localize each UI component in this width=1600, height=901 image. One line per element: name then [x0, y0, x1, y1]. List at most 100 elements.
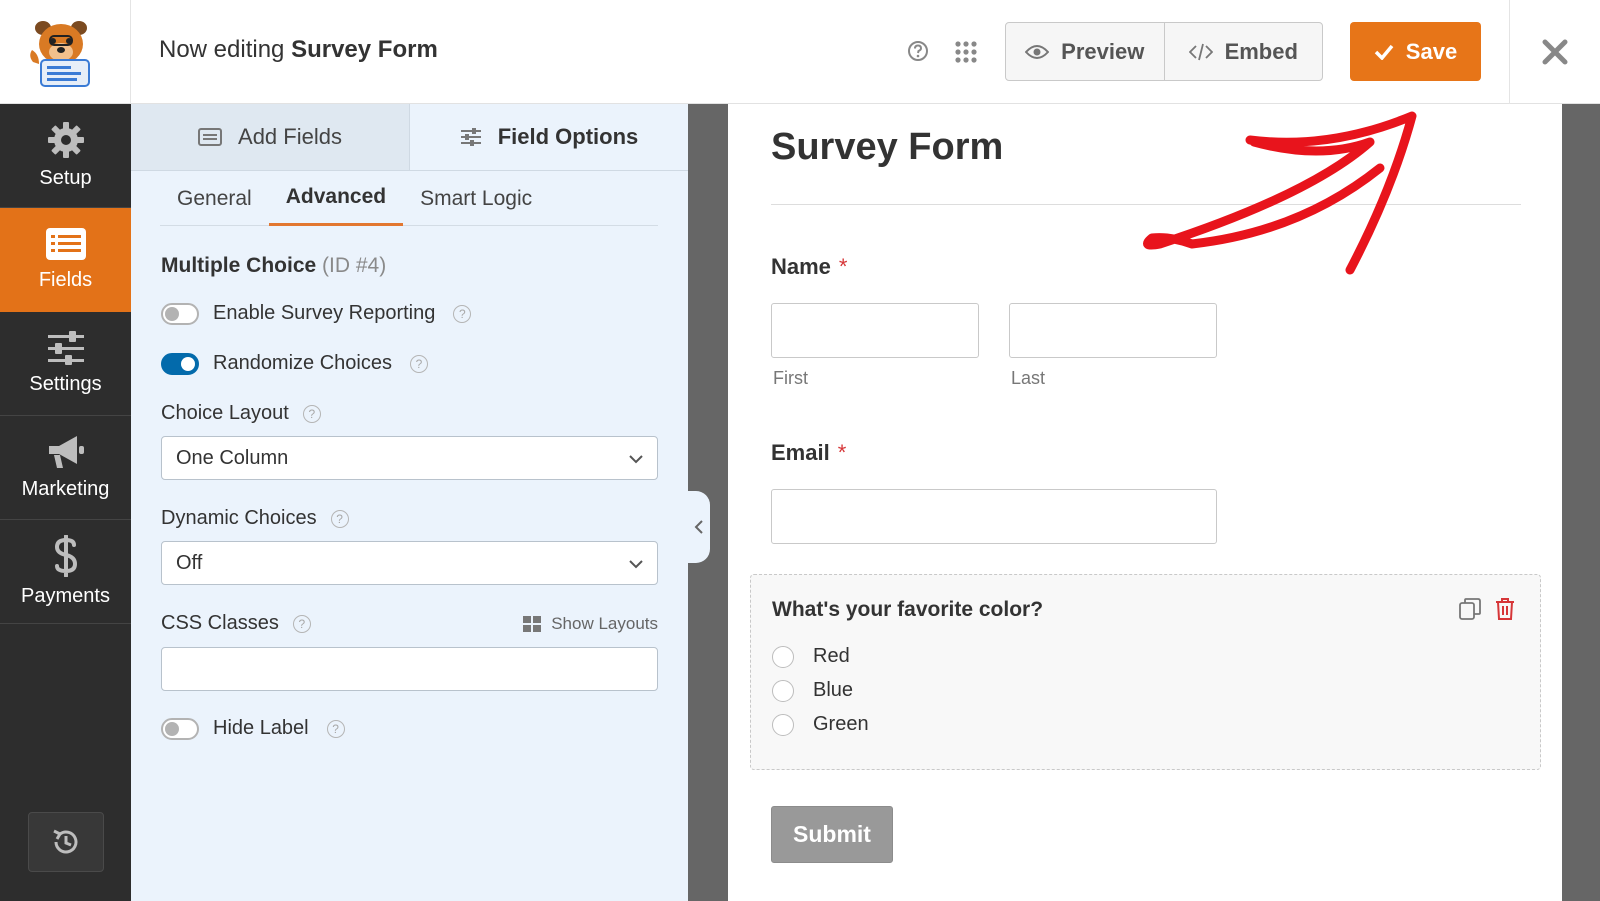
code-icon	[1188, 43, 1213, 60]
revisions-button[interactable]	[28, 812, 104, 872]
panel-tabs: Add Fields Field Options	[131, 104, 688, 171]
sidebar-label-setup: Setup	[39, 167, 92, 189]
megaphone-icon	[48, 436, 84, 468]
multiple-choice-field[interactable]: What's your favorite color? Red Blue Gre…	[750, 574, 1541, 770]
help-icon[interactable]: ?	[326, 719, 345, 738]
hide-label-toggle[interactable]	[161, 717, 199, 740]
close-button[interactable]	[1509, 0, 1600, 104]
tab-field-options[interactable]: Field Options	[410, 104, 688, 170]
tab-add-fields[interactable]: Add Fields	[131, 104, 410, 170]
show-layouts-label: Show Layouts	[551, 614, 658, 633]
help-icon[interactable]: ?	[292, 614, 311, 633]
first-name-input[interactable]	[771, 303, 979, 358]
randomize-choices-label: Randomize Choices	[213, 352, 392, 374]
sidebar-item-payments[interactable]: Payments	[0, 520, 131, 624]
radio-green[interactable]	[772, 713, 794, 736]
radio-blue[interactable]	[772, 679, 794, 702]
email-label: Email	[771, 440, 830, 465]
field-id: (ID #4)	[322, 254, 387, 277]
subtab-general[interactable]: General	[160, 171, 269, 226]
enable-survey-reporting-toggle[interactable]	[161, 302, 199, 325]
hide-label-label: Hide Label	[213, 717, 309, 739]
choice-option[interactable]: Green	[772, 713, 869, 736]
show-layouts-link[interactable]: Show Layouts	[523, 614, 658, 634]
sidebar-item-setup[interactable]: Setup	[0, 104, 131, 208]
chevron-left-icon	[694, 520, 703, 534]
embed-button[interactable]: Embed	[1163, 23, 1323, 80]
collapse-panel-button[interactable]	[688, 491, 710, 563]
subtab-advanced[interactable]: Advanced	[268, 171, 404, 226]
enable-survey-reporting-row: Enable Survey Reporting ?	[161, 302, 472, 325]
chevron-down-icon	[629, 455, 643, 464]
dynamic-choices-label: Dynamic Choices	[161, 507, 317, 529]
sidebar-item-fields[interactable]: Fields	[0, 208, 131, 312]
sidebar-label-marketing: Marketing	[21, 478, 110, 500]
choice-layout-value: One Column	[176, 446, 289, 469]
title-prefix: Now editing	[159, 36, 285, 63]
email-input[interactable]	[771, 489, 1217, 544]
dollar-icon	[54, 535, 77, 577]
save-label: Save	[1405, 38, 1458, 64]
randomize-choices-toggle[interactable]	[161, 352, 199, 375]
form-preview: Survey Form Name * First Last Email * What…	[728, 104, 1562, 901]
gear-icon	[47, 122, 84, 158]
option-label: Green	[813, 713, 869, 735]
name-label: Name	[771, 254, 831, 279]
dynamic-choices-select[interactable]: Off	[161, 541, 658, 585]
question-label: What's your favorite color?	[772, 598, 1044, 621]
apps-grid-icon[interactable]	[954, 40, 978, 64]
help-icon[interactable]: ?	[409, 354, 428, 373]
radio-red[interactable]	[772, 645, 794, 668]
save-button[interactable]: Save	[1350, 22, 1481, 81]
field-options-panel: Add Fields Field Options General Advance…	[131, 104, 688, 901]
options-subtabs: General Advanced Smart Logic	[160, 171, 658, 226]
required-mark: *	[837, 440, 847, 465]
logo-icon	[30, 21, 90, 87]
dynamic-choices-label-row: Dynamic Choices ?	[161, 507, 349, 530]
choice-layout-select[interactable]: One Column	[161, 436, 658, 480]
name-field-label[interactable]: Name *	[771, 254, 847, 280]
list-icon	[198, 128, 223, 146]
email-field-label[interactable]: Email *	[771, 440, 846, 466]
sidebar-item-marketing[interactable]: Marketing	[0, 416, 131, 520]
wpforms-logo	[0, 0, 131, 104]
randomize-choices-row: Randomize Choices ?	[161, 352, 428, 375]
chevron-down-icon	[629, 560, 643, 569]
css-classes-label: CSS Classes	[161, 612, 279, 634]
eye-icon	[1025, 44, 1050, 59]
submit-button[interactable]: Submit	[771, 806, 893, 863]
hide-label-row: Hide Label ?	[161, 717, 345, 740]
required-mark: *	[838, 254, 848, 279]
history-icon	[53, 829, 78, 854]
embed-label: Embed	[1224, 38, 1298, 64]
help-icon[interactable]: ?	[330, 509, 349, 528]
css-classes-input[interactable]	[161, 647, 658, 691]
duplicate-icon[interactable]	[1458, 597, 1482, 621]
enable-survey-reporting-label: Enable Survey Reporting	[213, 302, 436, 324]
page-title: Now editing Survey Form	[159, 36, 438, 64]
choice-option[interactable]: Blue	[772, 679, 853, 702]
choice-option[interactable]: Red	[772, 645, 850, 668]
last-sublabel: Last	[1011, 368, 1046, 388]
preview-button[interactable]: Preview	[1006, 23, 1164, 80]
sliders-icon	[47, 331, 84, 365]
css-classes-label-row: CSS Classes ?	[161, 612, 311, 635]
sliders-small-icon	[460, 128, 481, 146]
field-actions	[1458, 597, 1516, 621]
help-icon[interactable]: ?	[453, 304, 472, 323]
preview-embed-group: Preview Embed	[1005, 22, 1323, 81]
preview-gutter-right	[1562, 104, 1600, 901]
first-sublabel: First	[773, 368, 808, 388]
help-icon[interactable]: ?	[302, 404, 321, 423]
trash-icon[interactable]	[1494, 597, 1516, 621]
builder-sidebar: Setup Fields Settings Marketing Payments	[0, 104, 131, 901]
tab-field-options-label: Field Options	[497, 124, 639, 149]
check-icon	[1374, 44, 1394, 60]
subtab-smart-logic[interactable]: Smart Logic	[403, 171, 549, 226]
help-icon[interactable]	[907, 40, 929, 62]
preview-label: Preview	[1061, 38, 1145, 64]
last-name-input[interactable]	[1009, 303, 1217, 358]
sidebar-item-settings[interactable]: Settings	[0, 312, 131, 416]
dynamic-choices-value: Off	[176, 551, 203, 574]
title-form-name: Survey Form	[291, 36, 438, 63]
